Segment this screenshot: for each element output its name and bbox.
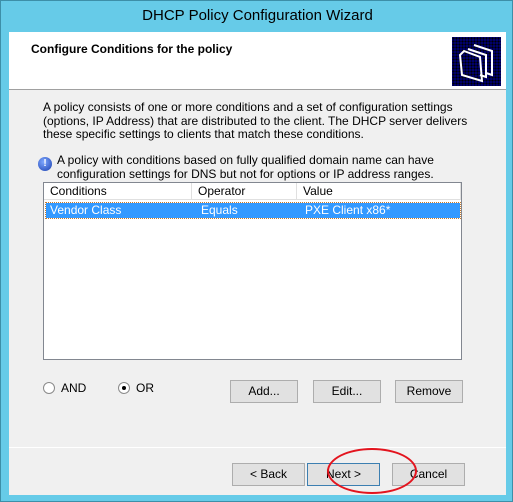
- cell-operator: Equals: [201, 203, 238, 217]
- info-note: ! A policy with conditions based on full…: [38, 153, 483, 181]
- cancel-button[interactable]: Cancel: [392, 463, 465, 486]
- wizard-window: DHCP Policy Configuration Wizard Configu…: [0, 0, 513, 502]
- description-text: A policy consists of one or more conditi…: [43, 100, 468, 141]
- next-button[interactable]: Next >: [307, 463, 380, 486]
- divider: [9, 447, 506, 448]
- and-label: AND: [61, 381, 87, 395]
- wizard-header: Configure Conditions for the policy: [9, 32, 506, 90]
- column-value[interactable]: Value: [297, 183, 461, 199]
- cell-condition: Vendor Class: [50, 203, 122, 217]
- folders-icon: [452, 37, 501, 86]
- table-row[interactable]: Vendor Class Equals PXE Client x86*: [45, 202, 461, 219]
- cell-value: PXE Client x86*: [305, 203, 391, 217]
- or-label: OR: [136, 381, 154, 395]
- radio-circle-checked[interactable]: [118, 382, 130, 394]
- back-button[interactable]: < Back: [232, 463, 305, 486]
- add-button[interactable]: Add...: [230, 380, 298, 403]
- list-header: Conditions Operator Value: [44, 183, 461, 200]
- column-conditions[interactable]: Conditions: [44, 183, 192, 199]
- column-operator[interactable]: Operator: [192, 183, 297, 199]
- page-title: Configure Conditions for the policy: [31, 42, 233, 56]
- info-icon: !: [38, 157, 52, 171]
- edit-button[interactable]: Edit...: [313, 380, 381, 403]
- window-title: DHCP Policy Configuration Wizard: [142, 7, 373, 24]
- conditions-list[interactable]: Conditions Operator Value Vendor Class E…: [43, 182, 462, 360]
- or-radio[interactable]: OR: [118, 381, 154, 395]
- wizard-body: Configure Conditions for the policy A po…: [9, 32, 506, 495]
- info-text: A policy with conditions based on fully …: [57, 153, 434, 181]
- radio-circle[interactable]: [43, 382, 55, 394]
- remove-button[interactable]: Remove: [395, 380, 463, 403]
- and-radio[interactable]: AND: [43, 381, 86, 395]
